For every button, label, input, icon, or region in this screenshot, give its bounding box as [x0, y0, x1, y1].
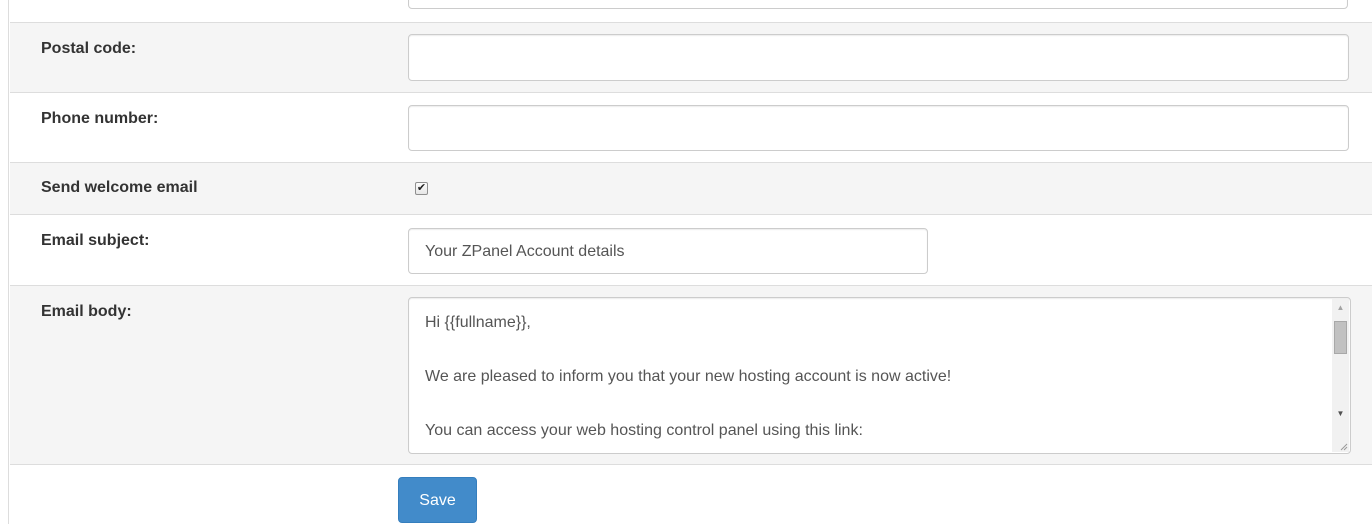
email-subject-label: Email subject: [41, 232, 150, 249]
phone-number-input[interactable] [408, 105, 1349, 151]
form-row-email-subject: Email subject: Your ZPanel Account detai… [10, 214, 1372, 286]
scroll-up-arrow-icon[interactable]: ▲ [1332, 299, 1349, 316]
resize-handle-icon[interactable] [1339, 442, 1348, 451]
left-border [8, 0, 9, 524]
email-body-scrollbar[interactable]: ▲ ▼ [1332, 299, 1349, 452]
email-subject-value: Your ZPanel Account details [425, 243, 625, 260]
welcome-email-checkbox[interactable]: ✔ [415, 182, 428, 195]
form-row-email-body: Email body: Hi {{fullname}}, We are plea… [10, 285, 1372, 465]
email-body-textarea[interactable]: Hi {{fullname}}, We are pleased to infor… [408, 297, 1351, 454]
welcome-email-label: Send welcome email [41, 179, 198, 196]
save-button[interactable]: Save [398, 477, 477, 523]
phone-number-label: Phone number: [41, 110, 159, 127]
postal-code-label: Postal code: [41, 40, 137, 57]
scrollbar-thumb[interactable] [1334, 321, 1347, 354]
email-subject-input[interactable]: Your ZPanel Account details [408, 228, 928, 274]
email-body-line: We are pleased to inform you that your n… [425, 368, 952, 385]
form-row-previous [10, 0, 1372, 22]
form-row-phone-number: Phone number: [10, 92, 1372, 163]
form-row-postal-code: Postal code: [10, 22, 1372, 93]
previous-input[interactable] [408, 0, 1348, 9]
form-row-welcome-email: Send welcome email ✔ [10, 162, 1372, 215]
form-row-actions [10, 464, 1372, 525]
email-body-line: You can access your web hosting control … [425, 422, 863, 439]
email-body-line: Hi {{fullname}}, [425, 314, 531, 331]
postal-code-input[interactable] [408, 34, 1349, 81]
scroll-down-arrow-icon[interactable]: ▼ [1332, 405, 1349, 422]
email-body-label: Email body: [41, 303, 132, 320]
user-form: Postal code: Phone number: Send welcome … [10, 0, 1372, 524]
